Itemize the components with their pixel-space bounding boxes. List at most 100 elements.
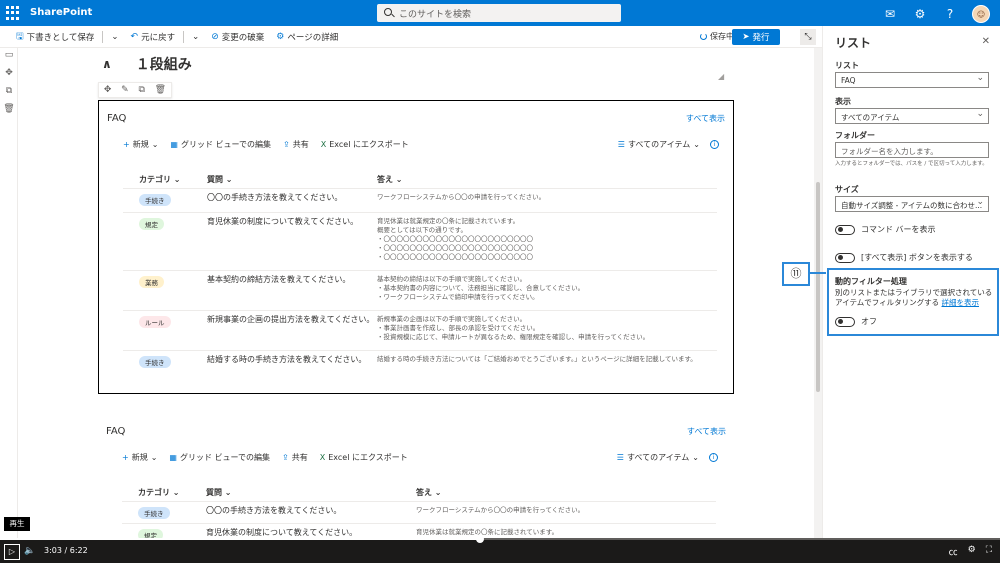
export-excel-button[interactable]: X Excel にエクスポート xyxy=(320,452,408,463)
view-selector[interactable]: ☰ すべてのアイテム ⌄ xyxy=(618,139,700,150)
table-row[interactable]: 手続き 結婚する時の手続き方法を教えてください。 結婚する時の手続き方法について… xyxy=(123,351,717,381)
table-row[interactable]: ルール 新規事業の企画の提出方法を教えてください。 新規事業の企画は以下の手順で… xyxy=(123,311,717,351)
see-all-link[interactable]: すべて表示 xyxy=(686,113,725,124)
view-dropdown[interactable]: すべてのアイテム xyxy=(835,108,989,124)
copy-icon[interactable]: ⧉ xyxy=(0,86,18,102)
column-header-answer[interactable]: 答え ⌄ xyxy=(377,175,717,184)
delete-icon[interactable]: 🗑 xyxy=(155,85,166,95)
undo-button[interactable]: ↶ 元に戻す xyxy=(125,31,182,43)
dynamic-filter-title: 動的フィルター処理 xyxy=(835,277,907,286)
details-link[interactable]: 詳細を表示 xyxy=(942,298,980,307)
question-cell[interactable]: 結婚する時の手続き方法を教えてください。 xyxy=(207,351,377,381)
suite-bar: SharePoint このサイトを検索 ✉ ⚙ ? ☺ xyxy=(0,0,1000,26)
megaphone-icon[interactable]: ✉ xyxy=(882,6,898,22)
publish-button[interactable]: ➤ 発行 xyxy=(732,29,780,45)
table-row[interactable]: 手続き 〇〇の手続き方法を教えてください。 ワークフローシステムから〇〇の申請を… xyxy=(123,189,717,213)
comment-icon[interactable]: ▭ xyxy=(0,50,18,66)
question-cell[interactable]: 育児休業の制度について教えてください。 xyxy=(207,213,377,270)
grid-edit-label: グリッド ビューでの編集 xyxy=(179,452,271,462)
fullscreen-icon[interactable]: ⛶ xyxy=(986,545,992,558)
save-dropdown-button[interactable]: ⌄ xyxy=(105,32,124,42)
column-header-question[interactable]: 質問 ⌄ xyxy=(206,487,416,498)
duplicate-icon[interactable]: ⧉ xyxy=(138,85,144,95)
view-controls: ☰ すべてのアイテム ⌄ i xyxy=(618,139,719,150)
column-label: カテゴリ xyxy=(139,175,171,184)
volume-icon[interactable]: 🔈 xyxy=(24,546,35,556)
table-row[interactable]: 規定 育児休業の制度について教えてください。 育児休業は就業規定の〇条に記載され… xyxy=(123,213,717,271)
grid-edit-button[interactable]: ▦ グリッド ビューでの編集 xyxy=(170,139,271,150)
view-selector[interactable]: ☰ すべてのアイテム ⌄ xyxy=(617,452,699,463)
move-icon[interactable]: ✥ xyxy=(104,85,112,95)
chevron-up-icon[interactable]: ∧ xyxy=(102,57,112,71)
play-icon[interactable]: ▷ xyxy=(4,544,20,560)
settings-icon[interactable]: ⚙ xyxy=(968,545,976,558)
column-header-answer[interactable]: 答え ⌄ xyxy=(416,488,716,497)
table-row[interactable]: 業務 基本契約の締結方法を教えてください。 基本契約の締結は以下の手順で実施して… xyxy=(123,271,717,311)
chevron-down-icon: ⌄ xyxy=(150,452,158,462)
list-webpart[interactable]: FAQ すべて表示 + 新規 ⌄ ▦ グリッド ビューでの編集 ⇪ 共有 X Excel … xyxy=(98,414,734,538)
canvas-scrollbar[interactable] xyxy=(814,48,822,538)
toggle-switch[interactable] xyxy=(835,224,855,235)
list-dropdown[interactable]: FAQ xyxy=(835,72,989,88)
column-header-category[interactable]: カテゴリ ⌄ xyxy=(122,487,206,498)
search-input[interactable]: このサイトを検索 xyxy=(377,4,621,22)
grid-edit-button[interactable]: ▦ グリッド ビューでの編集 xyxy=(169,452,270,463)
undo-dropdown-button[interactable]: ⌄ xyxy=(186,32,205,42)
table-row[interactable]: 手続き 〇〇の手続き方法を教えてください。 ワークフローシステムから〇〇の申請を… xyxy=(122,502,716,524)
captions-icon[interactable]: ㏄ xyxy=(949,545,958,558)
page-canvas: ∧ １段組み ◢ ✥ ✎ ⧉ 🗑 FAQ すべて表示 + 新規 ⌄ ▦ グリッド ビュ… xyxy=(18,48,814,538)
delete-icon[interactable]: 🗑 xyxy=(0,104,18,120)
resize-handle-icon[interactable]: ◢ xyxy=(718,72,724,81)
share-button[interactable]: ⇪ 共有 xyxy=(283,139,309,150)
view-label: すべてのアイテム xyxy=(627,139,691,149)
gear-icon[interactable]: ⚙ xyxy=(912,6,928,22)
page-details-button[interactable]: ⚙ ページの詳細 xyxy=(270,31,344,43)
edit-icon[interactable]: ✎ xyxy=(121,85,129,95)
app-launcher-icon[interactable] xyxy=(6,6,20,20)
chevron-down-icon: ⌄ xyxy=(692,452,699,462)
folder-input[interactable]: フォルダー名を入力します。 xyxy=(835,142,989,158)
info-icon[interactable]: i xyxy=(709,452,718,462)
new-button[interactable]: + 新規 ⌄ xyxy=(123,139,158,150)
play-tooltip: 再生 xyxy=(4,517,30,531)
export-excel-button[interactable]: X Excel にエクスポート xyxy=(321,139,409,150)
move-icon[interactable]: ✥ xyxy=(0,68,18,84)
question-cell[interactable]: 基本契約の締結方法を教えてください。 xyxy=(207,271,377,310)
avatar[interactable]: ☺ xyxy=(972,5,990,23)
question-cell[interactable]: 〇〇の手続き方法を教えてください。 xyxy=(207,189,377,212)
brand-name[interactable]: SharePoint xyxy=(30,7,92,18)
view-list-icon: ☰ xyxy=(617,139,625,149)
question-cell[interactable]: 〇〇の手続き方法を教えてください。 xyxy=(206,502,416,523)
column-header-question[interactable]: 質問 ⌄ xyxy=(207,174,377,185)
save-draft-label: 下書きとして保存 xyxy=(26,32,95,43)
toggle-switch[interactable] xyxy=(835,316,855,327)
close-icon[interactable]: ✕ xyxy=(982,36,990,47)
answer-cell: 育児休業は就業規定の〇条に記載されています。 xyxy=(416,528,559,536)
excel-icon: X xyxy=(320,139,327,149)
chevron-down-icon: ⌄ xyxy=(111,31,119,42)
collapse-icon[interactable]: ⤡ xyxy=(800,29,816,45)
progress-track[interactable] xyxy=(0,535,1000,543)
share-icon: ⇪ xyxy=(282,452,289,462)
size-dropdown[interactable]: 自動サイズ調整 - アイテムの数に合わせ... xyxy=(835,196,989,212)
info-icon[interactable]: i xyxy=(710,139,719,149)
share-button[interactable]: ⇪ 共有 xyxy=(282,452,308,463)
column-label: カテゴリ xyxy=(138,488,170,497)
save-draft-button[interactable]: 🖫 下書きとして保存 xyxy=(10,29,100,45)
question-cell[interactable]: 新規事業の企画の提出方法を教えてください。 xyxy=(207,311,377,350)
list-webpart-selected[interactable]: FAQ すべて表示 + 新規 ⌄ ▦ グリッド ビューでの編集 ⇪ 共有 X Excel … xyxy=(98,100,734,394)
question-cell[interactable]: 育児休業の制度について教えてください。 xyxy=(206,524,416,538)
scrollbar-thumb[interactable] xyxy=(816,182,820,392)
table-row[interactable]: 規定 育児休業の制度について教えてください。 育児休業は就業規定の〇条に記載され… xyxy=(122,524,716,538)
toggle-dynamic-filter[interactable]: オフ xyxy=(835,316,877,327)
toggle-command-bar[interactable]: コマンド バーを表示 xyxy=(835,224,936,235)
progress-knob[interactable] xyxy=(476,535,484,543)
category-pill: 業務 xyxy=(139,276,164,288)
discard-button[interactable]: ⊘ 変更の破棄 xyxy=(205,31,270,43)
toggle-switch[interactable] xyxy=(835,252,855,263)
toggle-see-all[interactable]: [すべて表示] ボタンを表示する xyxy=(835,252,973,263)
new-button[interactable]: + 新規 ⌄ xyxy=(122,452,157,463)
see-all-link[interactable]: すべて表示 xyxy=(687,426,726,437)
column-header-category[interactable]: カテゴリ ⌄ xyxy=(123,174,207,185)
help-icon[interactable]: ? xyxy=(942,6,958,22)
